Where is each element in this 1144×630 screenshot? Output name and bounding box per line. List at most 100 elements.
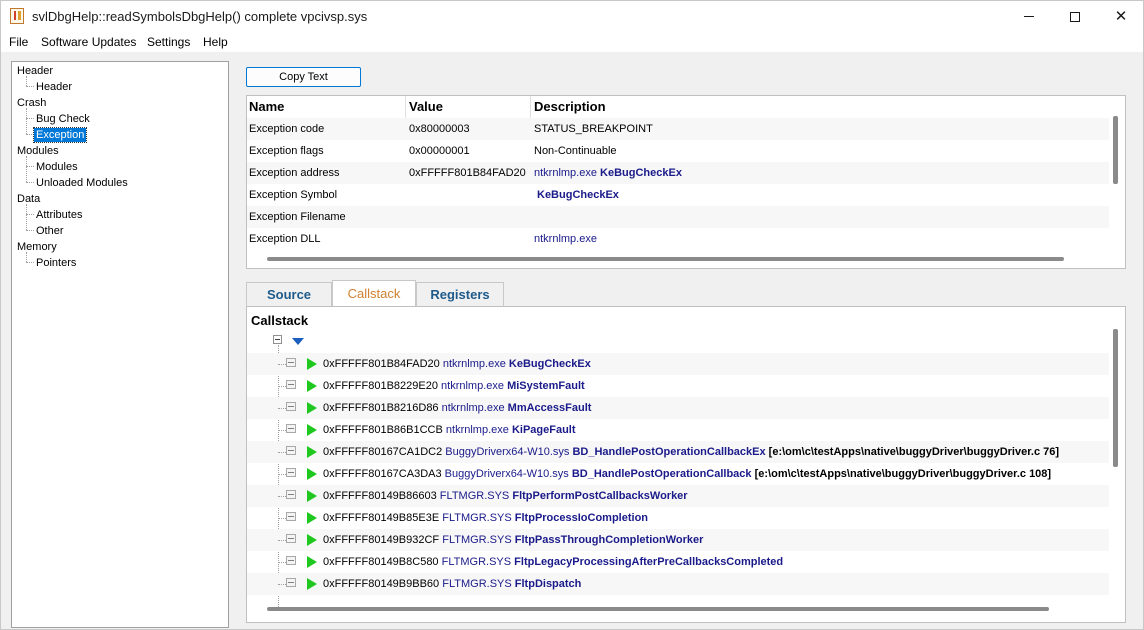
tree-connector <box>26 156 27 182</box>
callstack-frame[interactable]: 0xFFFFF80149B85E3E FLTMGR.SYS FltpProces… <box>247 507 1109 529</box>
frame-text: 0xFFFFF80149B85E3E FLTMGR.SYS FltpProces… <box>323 512 648 524</box>
frame-function: KiPageFault <box>511 424 576 436</box>
grid-row[interactable]: Exception address 0xFFFFF801B84FAD20 ntk… <box>247 162 1109 184</box>
vertical-scrollbar[interactable] <box>1113 329 1118 467</box>
expand-icon[interactable] <box>286 468 296 477</box>
menu-help[interactable]: Help <box>203 35 228 49</box>
tree-connector <box>26 262 34 263</box>
frame-text: 0xFFFFF80149B8C580 FLTMGR.SYS FltpLegacy… <box>323 556 783 568</box>
tree-group-memory[interactable]: Memory <box>17 240 57 254</box>
navigation-tree[interactable]: Header Header Crash Bug Check Exception … <box>11 61 229 628</box>
minimize-icon <box>1024 16 1034 17</box>
tree-item-pointers[interactable]: Pointers <box>34 256 78 270</box>
callstack-frame[interactable]: 0xFFFFF80167CA3DA3 BuggyDriverx64-W10.sy… <box>247 463 1109 485</box>
frame-text: 0xFFFFF80167CA1DC2 BuggyDriverx64-W10.sy… <box>323 446 1059 458</box>
expand-icon[interactable] <box>286 556 296 565</box>
tab-callstack[interactable]: Callstack <box>332 280 416 306</box>
tab-bar: Source Callstack Registers <box>246 280 1126 306</box>
tree-connector <box>278 452 286 453</box>
grid-row[interactable]: Exception DLL ntkrnlmp.exe <box>247 228 1109 250</box>
exception-grid[interactable]: Name Value Description Exception code 0x… <box>246 95 1126 269</box>
grid-header: Name Value Description <box>247 96 1109 118</box>
frame-address: 0xFFFFF801B84FAD20 <box>323 358 440 370</box>
callstack-frame[interactable]: 0xFFFFF80149B86603 FLTMGR.SYS FltpPerfor… <box>247 485 1109 507</box>
tab-registers[interactable]: Registers <box>416 282 504 306</box>
tree-connector <box>278 540 286 541</box>
column-header-name[interactable]: Name <box>249 99 284 114</box>
grid-row[interactable]: Exception Symbol KeBugCheckEx <box>247 184 1109 206</box>
expand-icon[interactable] <box>286 490 296 499</box>
menu-file[interactable]: File <box>9 35 28 49</box>
menu-software-updates[interactable]: Software Updates <box>41 35 136 49</box>
module-name: ntkrnlmp.exe <box>534 167 597 179</box>
frame-text: 0xFFFFF801B86B1CCB ntkrnlmp.exe KiPageFa… <box>323 424 576 436</box>
tree-connector <box>26 204 27 230</box>
grid-row[interactable]: Exception code 0x80000003 STATUS_BREAKPO… <box>247 118 1109 140</box>
minimize-button[interactable] <box>1006 1 1052 32</box>
maximize-button[interactable] <box>1052 1 1098 32</box>
frame-address: 0xFFFFF80149B85E3E <box>323 512 440 524</box>
column-separator[interactable] <box>530 96 531 118</box>
callstack-frame[interactable]: 0xFFFFF801B84FAD20 ntkrnlmp.exe KeBugChe… <box>247 353 1109 375</box>
callstack-frame[interactable]: 0xFFFFF80149B8C580 FLTMGR.SYS FltpLegacy… <box>247 551 1109 573</box>
frame-text: 0xFFFFF80149B9BB60 FLTMGR.SYS FltpDispat… <box>323 578 581 590</box>
callstack-panel[interactable]: Callstack 0xFFFFF801B84FAD20 ntkrnlmp.ex… <box>246 306 1126 623</box>
tree-connector <box>278 496 286 497</box>
tree-group-header[interactable]: Header <box>17 64 53 78</box>
callstack-frame[interactable]: 0xFFFFF80149B9BB60 FLTMGR.SYS FltpDispat… <box>247 573 1109 595</box>
horizontal-scrollbar[interactable] <box>267 257 1064 261</box>
menu-settings[interactable]: Settings <box>147 35 190 49</box>
expand-icon[interactable] <box>286 534 296 543</box>
column-header-description[interactable]: Description <box>534 99 606 114</box>
tree-item-header[interactable]: Header <box>34 80 74 94</box>
grid-row[interactable]: Exception Filename <box>247 206 1109 228</box>
callstack-frame[interactable]: 0xFFFFF801B86B1CCB ntkrnlmp.exe KiPageFa… <box>247 419 1109 441</box>
tree-item-modules[interactable]: Modules <box>34 160 80 174</box>
frame-text: 0xFFFFF801B8229E20 ntkrnlmp.exe MiSystem… <box>323 380 585 392</box>
frame-text: 0xFFFFF801B84FAD20 ntkrnlmp.exe KeBugChe… <box>323 358 591 370</box>
frame-function: FltpProcessIoCompletion <box>514 512 649 524</box>
callstack-frame[interactable]: 0xFFFFF80167CA1DC2 BuggyDriverx64-W10.sy… <box>247 441 1109 463</box>
frame-function: MmAccessFault <box>507 402 592 414</box>
close-button[interactable]: ✕ <box>1098 1 1144 32</box>
tree-item-unloaded-modules[interactable]: Unloaded Modules <box>34 176 130 190</box>
tree-connector <box>26 166 34 167</box>
tree-group-crash[interactable]: Crash <box>17 96 46 110</box>
expand-icon[interactable] <box>286 578 296 587</box>
tree-connector <box>278 408 286 409</box>
collapse-icon[interactable] <box>273 335 282 344</box>
app-icon <box>10 8 24 24</box>
copy-text-button[interactable]: Copy Text <box>246 67 361 87</box>
tree-item-attributes[interactable]: Attributes <box>34 208 84 222</box>
expand-icon[interactable] <box>286 402 296 411</box>
tab-source[interactable]: Source <box>246 282 332 306</box>
tree-item-exception[interactable]: Exception <box>32 127 88 143</box>
callstack-frame[interactable]: 0xFFFFF801B8216D86 ntkrnlmp.exe MmAccess… <box>247 397 1109 419</box>
tree-item-other[interactable]: Other <box>34 224 66 238</box>
grid-row[interactable]: Exception flags 0x00000001 Non-Continuab… <box>247 140 1109 162</box>
frame-module: FLTMGR.SYS <box>442 534 512 546</box>
tree-connector <box>26 182 34 183</box>
tree-group-data[interactable]: Data <box>17 192 40 206</box>
horizontal-scrollbar[interactable] <box>267 607 1049 611</box>
expand-icon[interactable] <box>286 446 296 455</box>
expand-icon[interactable] <box>286 512 296 521</box>
expand-icon[interactable] <box>286 358 296 367</box>
frame-play-icon <box>307 446 317 458</box>
tree-item-bug-check[interactable]: Bug Check <box>34 112 92 126</box>
expand-icon[interactable] <box>286 424 296 433</box>
tree-connector <box>278 430 286 431</box>
tree-group-modules[interactable]: Modules <box>17 144 59 158</box>
frame-play-icon <box>307 402 317 414</box>
expand-icon[interactable] <box>286 380 296 389</box>
vertical-scrollbar[interactable] <box>1113 116 1118 184</box>
frame-module: BuggyDriverx64-W10.sys <box>444 468 569 480</box>
frame-address: 0xFFFFF80167CA1DC2 <box>323 446 443 458</box>
frame-play-icon <box>307 380 317 392</box>
column-separator[interactable] <box>405 96 406 118</box>
thread-marker-icon <box>292 338 304 345</box>
title-bar[interactable]: svlDbgHelp::readSymbolsDbgHelp() complet… <box>1 1 1143 32</box>
callstack-frame[interactable]: 0xFFFFF80149B932CF FLTMGR.SYS FltpPassTh… <box>247 529 1109 551</box>
callstack-frame[interactable]: 0xFFFFF801B8229E20 ntkrnlmp.exe MiSystem… <box>247 375 1109 397</box>
column-header-value[interactable]: Value <box>409 99 443 114</box>
